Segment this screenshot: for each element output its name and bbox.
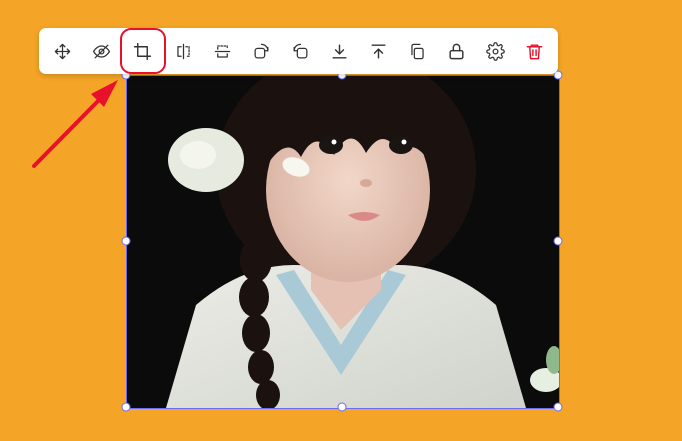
- lock-button[interactable]: [439, 33, 475, 69]
- rotate-left-button[interactable]: [283, 33, 319, 69]
- move-icon: [54, 43, 71, 59]
- settings-icon: [486, 41, 505, 61]
- hide-icon: [92, 44, 111, 58]
- resize-handle-left[interactable]: [121, 236, 131, 246]
- lock-icon: [449, 43, 464, 59]
- rotate-left-icon: [293, 43, 308, 58]
- flip-vertical-icon: [214, 44, 231, 58]
- flip-vertical-button[interactable]: [205, 33, 241, 69]
- resize-handle-bottom-right[interactable]: [553, 402, 563, 412]
- crop-button[interactable]: [119, 28, 166, 74]
- child-photo: [126, 75, 559, 408]
- bring-to-front-icon: [371, 43, 386, 59]
- delete-icon: [526, 43, 543, 59]
- duplicate-icon: [411, 43, 424, 59]
- resize-handle-bottom-left[interactable]: [121, 402, 131, 412]
- send-to-back-button[interactable]: [322, 33, 358, 69]
- resize-handle-right[interactable]: [553, 236, 563, 246]
- settings-button[interactable]: [478, 33, 514, 69]
- duplicate-button[interactable]: [400, 33, 436, 69]
- delete-button[interactable]: [517, 33, 553, 69]
- flip-horizontal-icon: [177, 43, 190, 59]
- move-button[interactable]: [45, 33, 81, 69]
- canvas[interactable]: [0, 0, 682, 441]
- send-to-back-icon: [332, 43, 347, 59]
- hide-button[interactable]: [84, 33, 120, 69]
- resize-handle-bottom[interactable]: [337, 402, 347, 412]
- crop-icon: [133, 42, 152, 60]
- rotate-right-icon: [254, 43, 269, 58]
- rotate-right-button[interactable]: [244, 33, 280, 69]
- image-toolbar: [39, 28, 558, 74]
- selected-image[interactable]: [126, 75, 559, 408]
- bring-to-front-button[interactable]: [361, 33, 397, 69]
- flip-horizontal-button[interactable]: [166, 33, 202, 69]
